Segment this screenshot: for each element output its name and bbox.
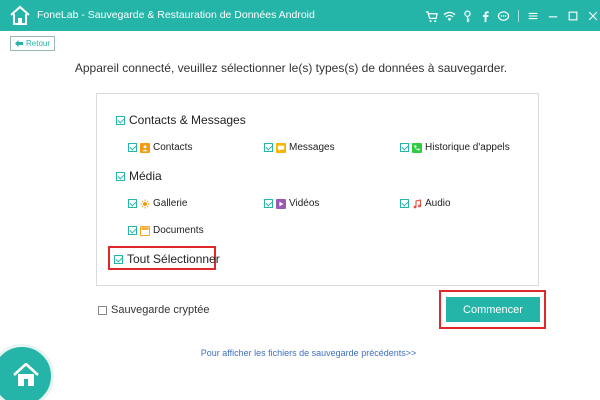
facebook-icon[interactable] — [478, 9, 493, 24]
encrypt-label: Sauvegarde cryptée — [111, 304, 210, 316]
wifi-icon[interactable] — [442, 9, 457, 24]
messages-icon — [276, 142, 286, 153]
group-contacts-messages[interactable]: Contacts & Messages — [116, 113, 246, 127]
close-icon[interactable] — [586, 9, 600, 23]
group-media[interactable]: Média — [116, 169, 162, 183]
select-all-label: Tout Sélectionner — [127, 252, 220, 266]
checkbox[interactable] — [128, 226, 137, 235]
video-icon — [276, 198, 286, 209]
chat-icon[interactable] — [496, 9, 511, 24]
group-label: Média — [129, 169, 162, 183]
select-all-checkbox[interactable]: Tout Sélectionner — [114, 252, 220, 266]
item-audio[interactable]: Audio — [400, 198, 451, 209]
item-documents[interactable]: Documents — [128, 225, 204, 236]
checkbox[interactable] — [400, 199, 409, 208]
checkbox[interactable] — [116, 171, 125, 181]
title-bar: FoneLab - Sauvegarde & Restauration de D… — [0, 0, 600, 31]
checkbox[interactable] — [128, 199, 137, 208]
home-icon[interactable] — [9, 5, 31, 26]
encrypted-backup-option[interactable]: Sauvegarde cryptée — [98, 304, 209, 316]
item-contacts[interactable]: Contacts — [128, 142, 192, 153]
item-messages[interactable]: Messages — [264, 142, 335, 153]
checkbox[interactable] — [264, 143, 273, 152]
documents-icon — [140, 225, 150, 236]
checkbox[interactable] — [114, 254, 123, 264]
item-gallery[interactable]: Gallerie — [128, 198, 187, 209]
item-videos[interactable]: Vidéos — [264, 198, 319, 209]
item-label: Vidéos — [289, 198, 320, 209]
item-label: Documents — [153, 225, 204, 236]
instruction-text: Appareil connecté, veuillez sélectionner… — [74, 61, 508, 75]
item-label: Contacts — [153, 142, 193, 153]
item-label: Gallerie — [153, 198, 188, 209]
group-label: Contacts & Messages — [129, 113, 246, 127]
back-arrow-icon — [15, 40, 23, 47]
key-icon[interactable] — [460, 9, 475, 24]
toolbar-separator — [518, 10, 519, 22]
item-call-history[interactable]: Historique d'appels — [400, 142, 510, 153]
phone-icon — [412, 142, 422, 153]
view-backups-link[interactable]: Pour afficher les fichiers de sauvegarde… — [0, 348, 600, 358]
item-label: Messages — [289, 142, 335, 153]
maximize-icon[interactable] — [566, 9, 580, 23]
gallery-icon — [140, 199, 150, 209]
checkbox[interactable] — [116, 115, 125, 125]
item-label: Audio — [425, 198, 451, 209]
item-label: Historique d'appels — [425, 142, 510, 153]
back-button[interactable]: Retour — [10, 36, 55, 51]
minimize-icon[interactable] — [546, 9, 560, 23]
start-button[interactable]: Commencer — [446, 297, 540, 322]
checkbox[interactable] — [400, 143, 409, 152]
home-icon — [13, 363, 39, 386]
contacts-icon — [140, 142, 150, 153]
menu-icon[interactable] — [526, 9, 540, 23]
window-title: FoneLab - Sauvegarde & Restauration de D… — [37, 9, 315, 21]
toolbar-icons — [424, 6, 600, 26]
cart-icon[interactable] — [424, 9, 439, 24]
back-label: Retour — [26, 39, 51, 48]
checkbox[interactable] — [264, 199, 273, 208]
checkbox[interactable] — [128, 143, 137, 152]
checkbox[interactable] — [98, 305, 107, 315]
audio-icon — [412, 198, 422, 209]
